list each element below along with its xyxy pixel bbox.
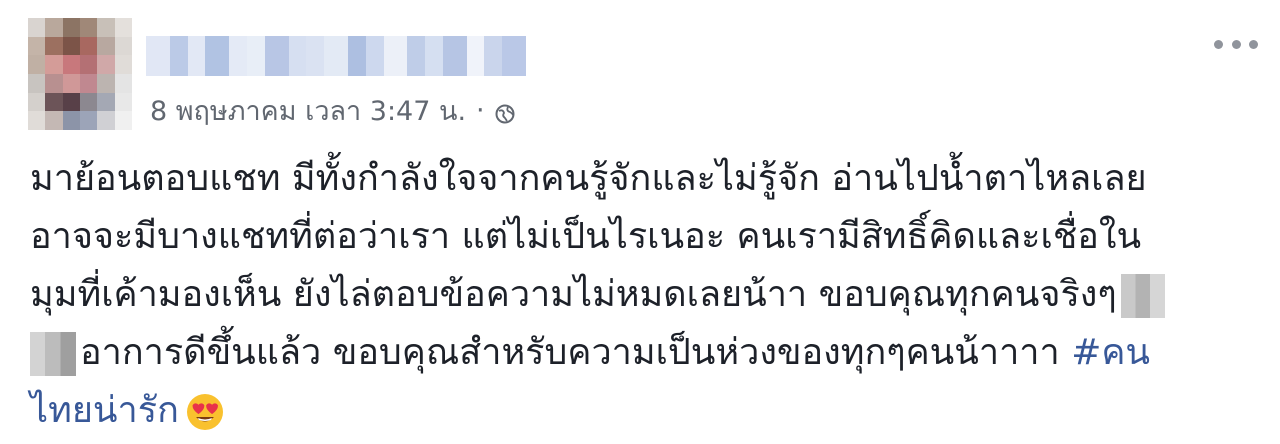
author-name-pixel xyxy=(442,36,467,76)
avatar-pixel xyxy=(114,18,132,37)
post-line: อาจจะมีบางแชทที่ต่อว่าเรา แต่ไม่เป็นไรเน… xyxy=(30,208,1250,266)
avatar-pixel xyxy=(28,55,46,74)
avatar-pixel xyxy=(114,92,132,112)
avatar-pixel xyxy=(28,36,46,56)
author-name-pixel xyxy=(229,36,247,76)
author-name-pixel xyxy=(324,36,348,76)
avatar-pixel xyxy=(45,18,63,37)
more-dot xyxy=(1231,39,1241,49)
avatar-pixel xyxy=(28,92,46,112)
avatar-pixel xyxy=(80,111,98,130)
post-line: มุมที่เค้ามองเห็น ยังไล่ตอบข้อความไม่หมด… xyxy=(30,266,1250,324)
post-line: ไทยน่ารัก xyxy=(30,382,1250,440)
author-name-pixel xyxy=(187,36,206,76)
avatar-pixel xyxy=(80,36,98,56)
author-name-pixel xyxy=(246,36,265,76)
author-name-pixel xyxy=(205,36,230,76)
more-options-icon[interactable] xyxy=(1214,36,1258,52)
author-name-redacted[interactable] xyxy=(146,36,526,76)
avatar-pixel xyxy=(114,36,132,56)
avatar-pixel xyxy=(28,73,46,93)
avatar-pixel xyxy=(62,111,80,130)
author-name-pixel xyxy=(306,36,325,76)
avatar-pixel xyxy=(114,73,132,93)
post-line-text: มุมที่เค้ามองเห็น ยังไล่ตอบข้อความไม่หมด… xyxy=(30,274,1117,315)
avatar-pixel xyxy=(62,92,80,112)
redacted-emoji xyxy=(1120,274,1165,318)
post-line-text: มาย้อนตอบแชท มีทั้งกำลังใจจากคนรู้จักและ… xyxy=(30,158,1147,199)
globe-icon[interactable] xyxy=(495,100,515,124)
avatar-pixel xyxy=(97,73,115,93)
author-name-pixel xyxy=(383,36,408,76)
author-name-pixel xyxy=(146,36,170,76)
post-line-text: อาจจะมีบางแชทที่ต่อว่าเรา แต่ไม่เป็นไรเน… xyxy=(30,216,1142,257)
heart-eyes-emoji-icon xyxy=(185,392,225,432)
avatar-pixel xyxy=(80,18,98,37)
avatar-pixel xyxy=(45,92,63,112)
avatar-pixel xyxy=(28,111,46,130)
avatar-pixel xyxy=(97,92,115,112)
meta-separator: · xyxy=(476,94,485,126)
author-name-pixel xyxy=(425,36,443,76)
avatar-pixel xyxy=(80,92,98,112)
avatar-pixel xyxy=(114,55,132,74)
hashtag-link-continued[interactable]: ไทยน่ารัก xyxy=(30,390,179,431)
avatar-pixel xyxy=(114,111,132,130)
avatar-pixel xyxy=(97,55,115,74)
avatar-pixel xyxy=(45,73,63,93)
facebook-post: 8 พฤษภาคม เวลา 3:47 น. · มาย้อนตอบแชท มี… xyxy=(0,0,1280,444)
author-name-pixel xyxy=(365,36,384,76)
avatar-pixel xyxy=(45,55,63,74)
author-name-pixel xyxy=(264,36,289,76)
avatar-pixel xyxy=(97,111,115,130)
redacted-emoji xyxy=(30,332,76,376)
post-line-text: อาการดีขึ้นแล้ว ขอบคุณสำหรับความเป็นห่วง… xyxy=(80,332,1060,373)
post-timestamp[interactable]: 8 พฤษภาคม เวลา 3:47 น. xyxy=(150,89,466,132)
author-name-pixel xyxy=(466,36,485,76)
avatar-pixel xyxy=(28,18,46,37)
avatar-pixel xyxy=(80,55,98,74)
author-name-pixel xyxy=(169,36,188,76)
author-name-pixel xyxy=(347,36,366,76)
avatar-pixel xyxy=(62,73,80,93)
avatar-pixel xyxy=(62,36,80,56)
author-name-pixel xyxy=(502,36,526,76)
avatar-pixel xyxy=(45,36,63,56)
avatar-pixel xyxy=(97,18,115,37)
post-text: มาย้อนตอบแชท มีทั้งกำลังใจจากคนรู้จักและ… xyxy=(30,150,1250,440)
post-line: มาย้อนตอบแชท มีทั้งกำลังใจจากคนรู้จักและ… xyxy=(30,150,1250,208)
author-name-pixel xyxy=(288,36,307,76)
author-name-pixel xyxy=(407,36,426,76)
avatar-pixel xyxy=(80,73,98,93)
post-line: อาการดีขึ้นแล้ว ขอบคุณสำหรับความเป็นห่วง… xyxy=(30,324,1250,382)
author-name-pixel xyxy=(484,36,503,76)
avatar-pixel xyxy=(45,111,63,130)
avatar-pixel xyxy=(97,36,115,56)
avatar-pixel xyxy=(62,18,80,37)
post-meta: 8 พฤษภาคม เวลา 3:47 น. · xyxy=(150,92,515,128)
more-dot xyxy=(1249,39,1258,49)
hashtag-link[interactable]: #คน xyxy=(1071,332,1150,373)
avatar-pixel xyxy=(62,55,80,74)
avatar[interactable] xyxy=(28,18,132,130)
more-dot xyxy=(1214,39,1223,49)
